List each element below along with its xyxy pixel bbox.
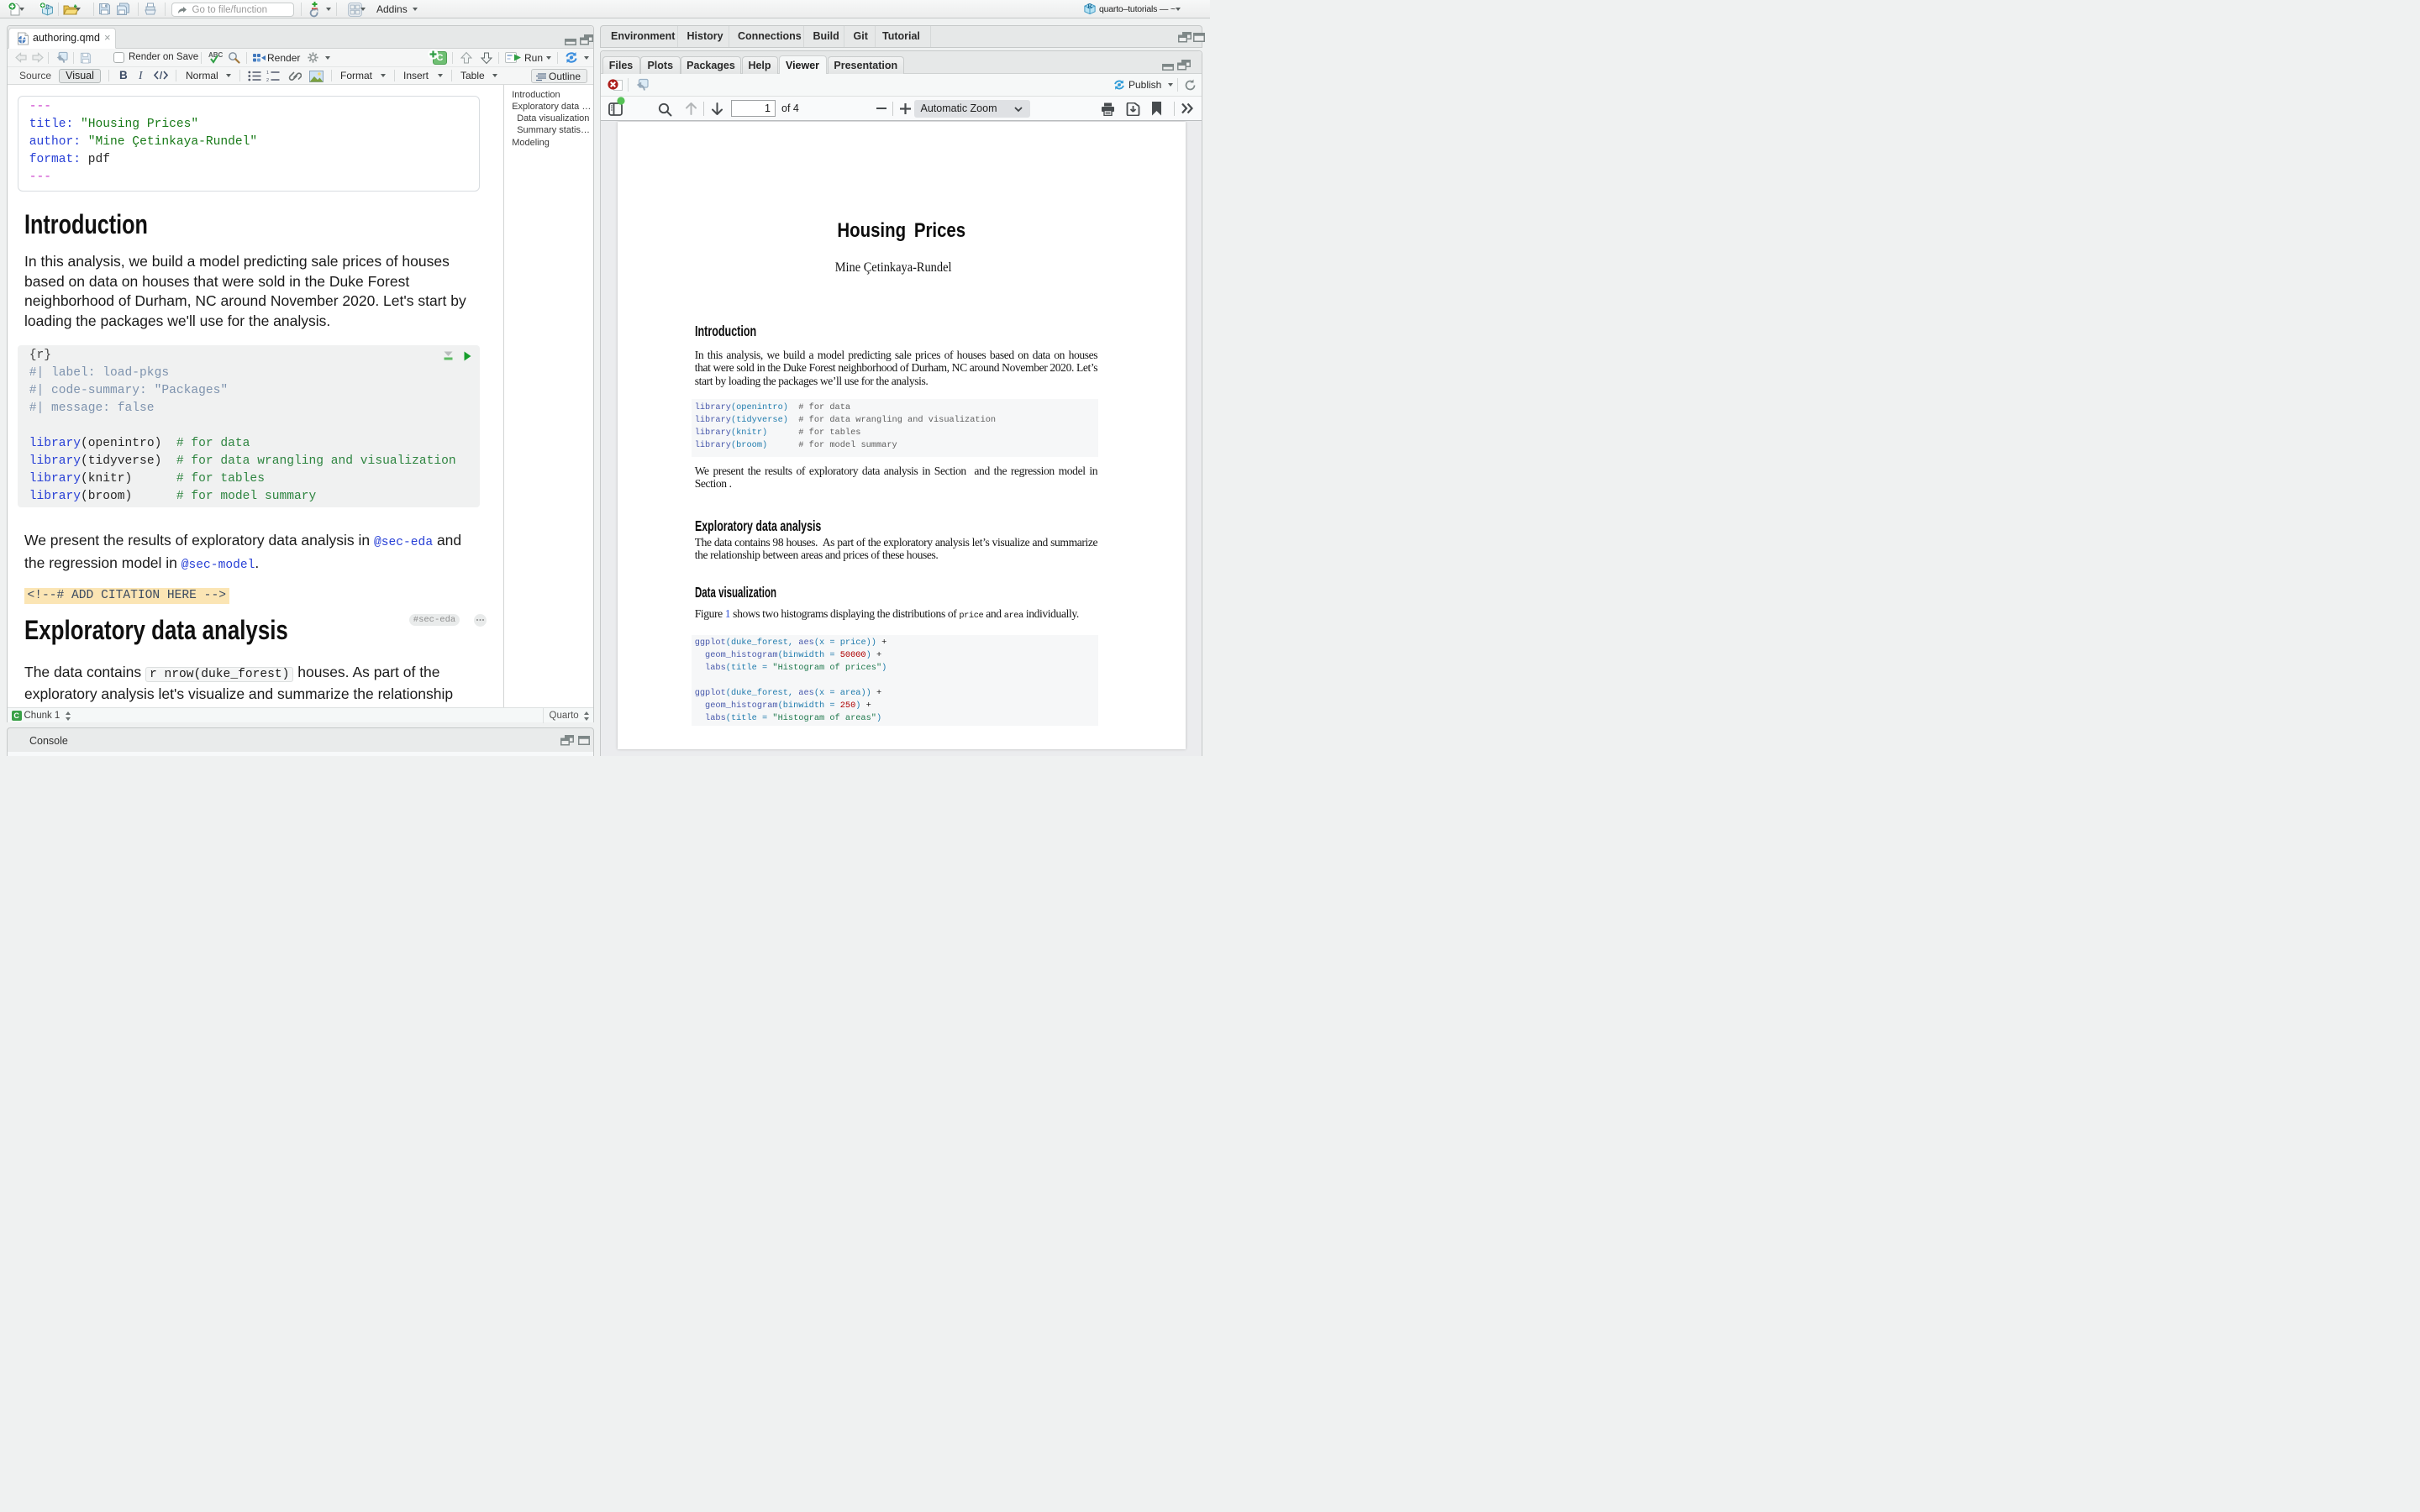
svg-text:1: 1 [266, 71, 269, 76]
svg-text:2: 2 [266, 78, 269, 81]
svg-text:R: R [45, 4, 50, 11]
svg-text:R: R [1087, 3, 1092, 10]
